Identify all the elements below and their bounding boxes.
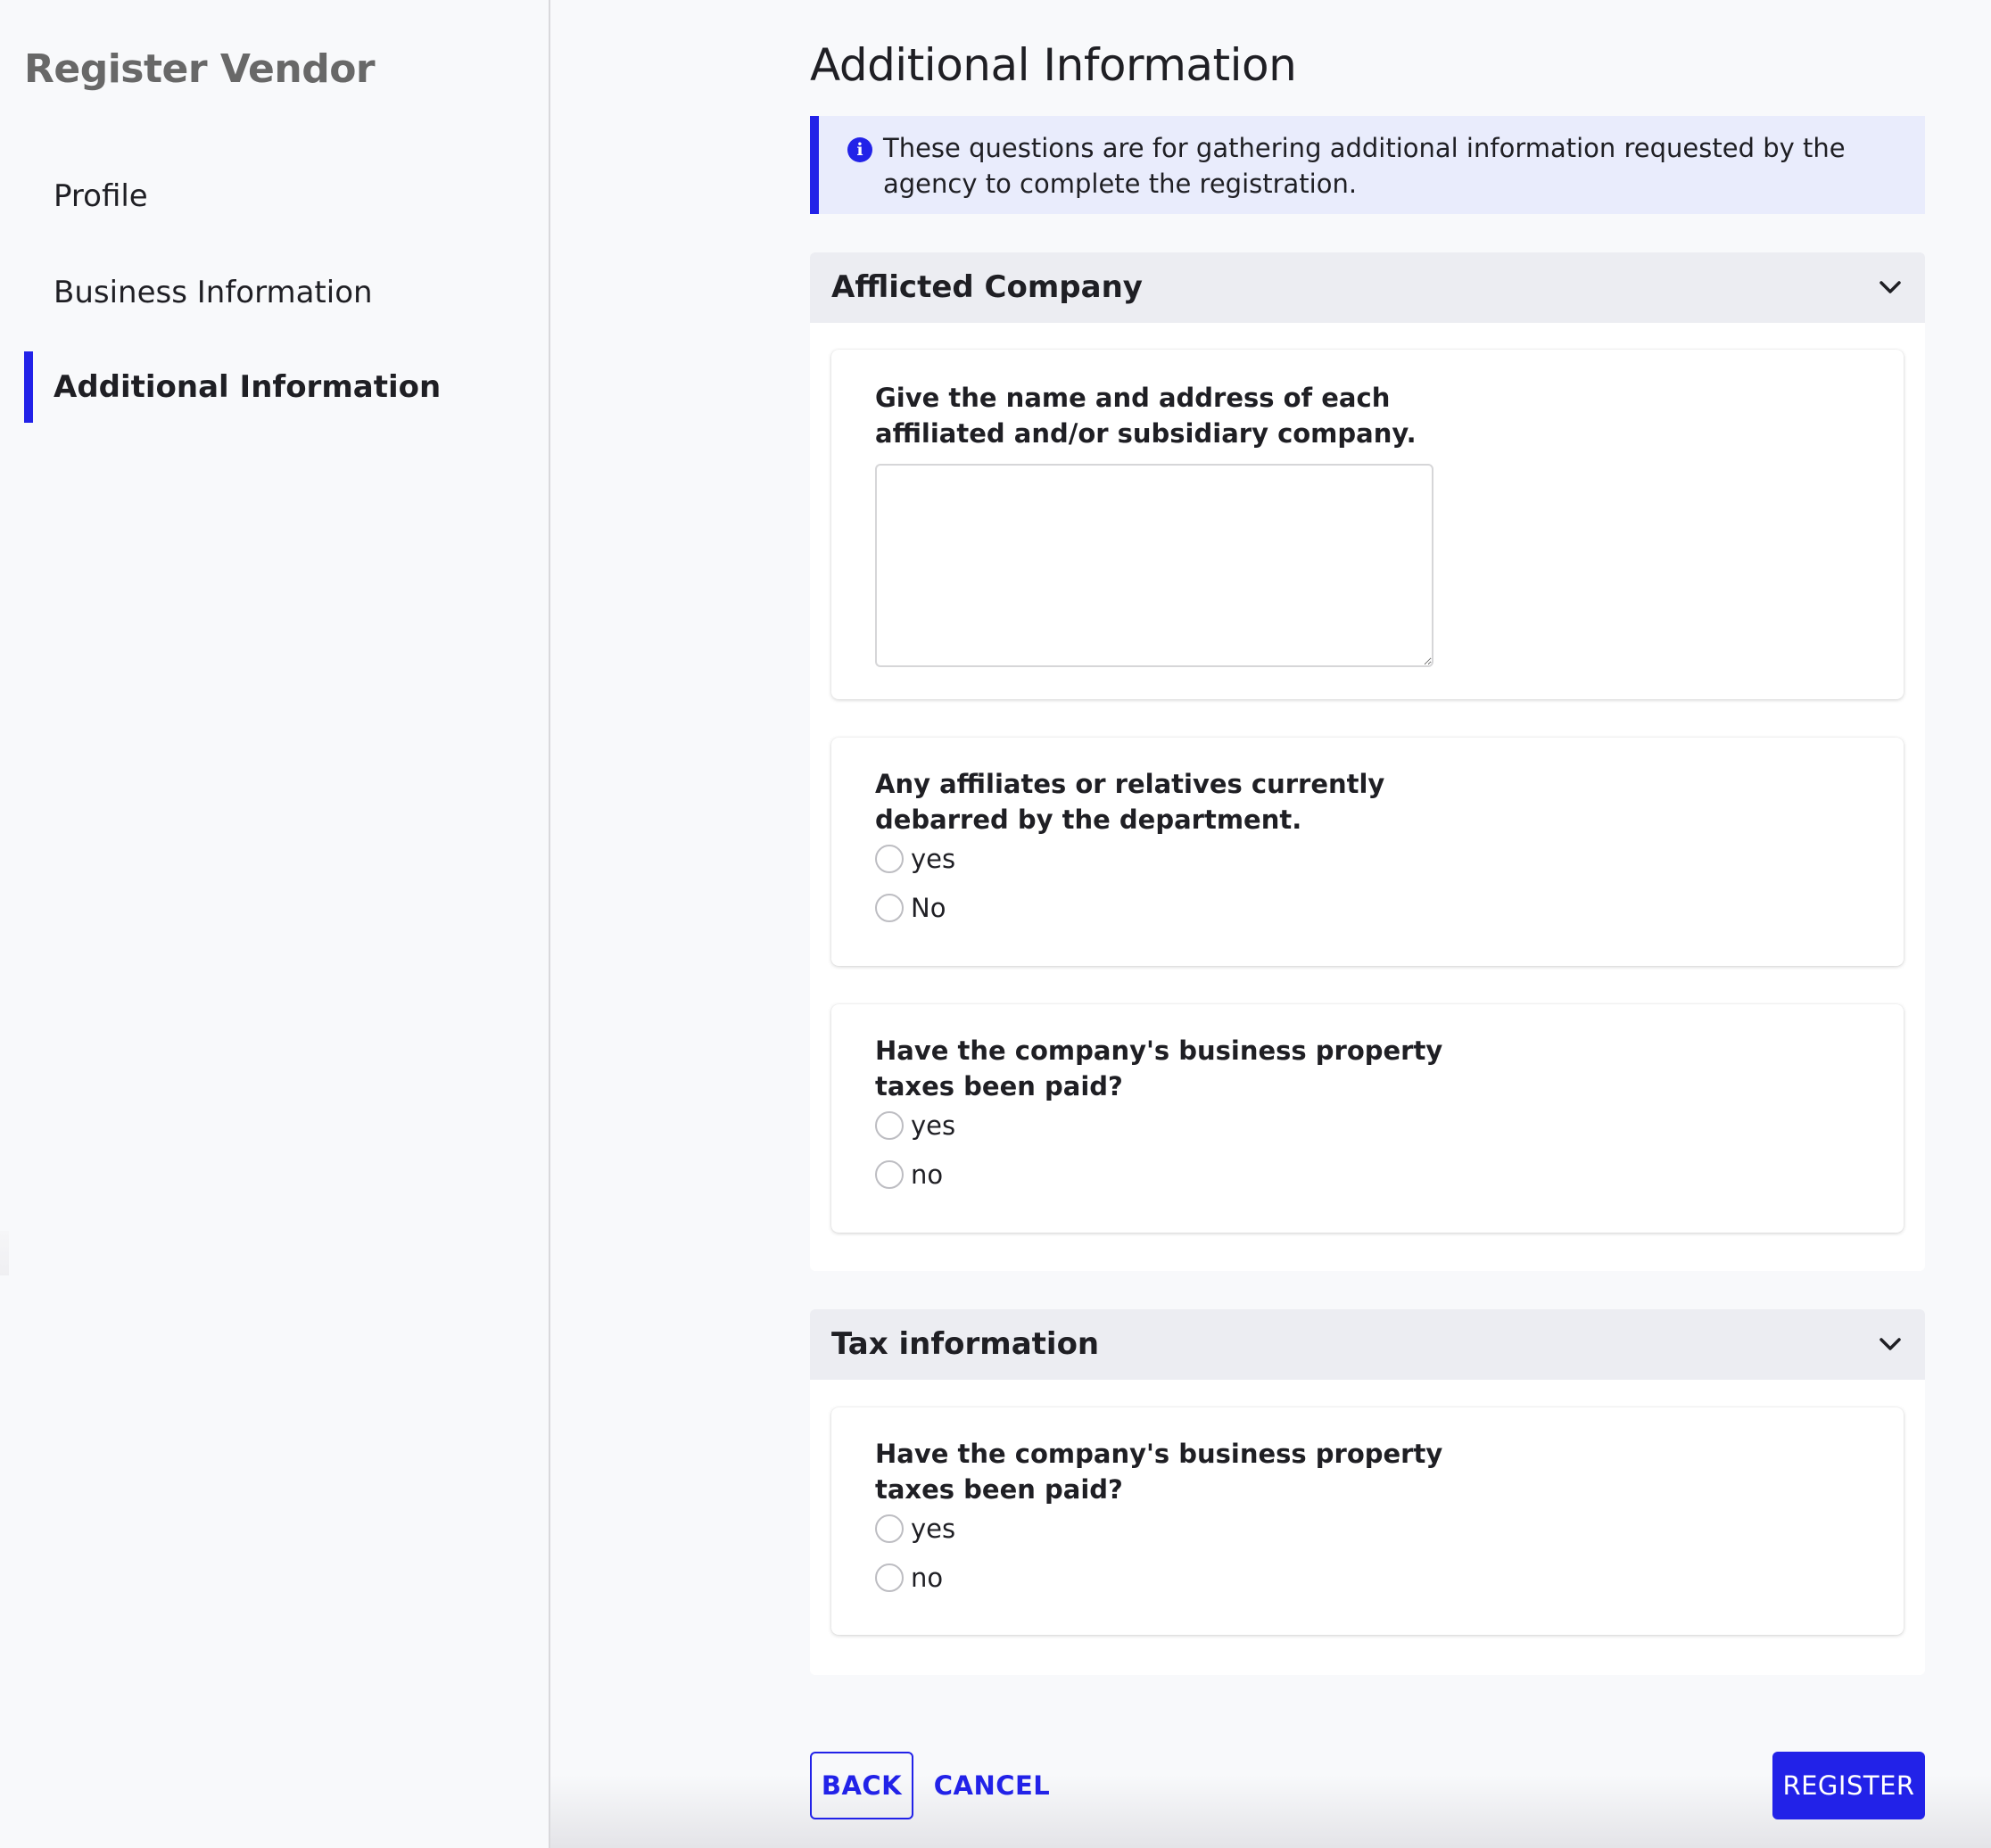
radio-label: no [911,1563,944,1593]
radio-button[interactable] [875,1111,904,1140]
radio-label: yes [911,1110,956,1141]
info-banner: i These questions are for gathering addi… [810,116,1925,214]
radio-label: No [911,893,946,923]
back-button[interactable]: BACK [810,1752,913,1819]
radio-button[interactable] [875,1514,904,1543]
affiliated-companies-textarea[interactable] [875,464,1433,667]
info-icon: i [847,137,872,162]
radio-option-yes[interactable]: yes [875,1108,955,1143]
radio-label: yes [911,844,956,874]
question-card: Have the company's business property tax… [831,1004,1904,1233]
question-label: Have the company's business property tax… [875,1035,1443,1101]
question-label: Give the name and address of each affili… [875,383,1417,449]
info-banner-text: These questions are for gathering additi… [883,133,1846,199]
accordion-title: Afflicted Company [831,269,1143,305]
radio-option-yes[interactable]: yes [875,1511,955,1547]
radio-button[interactable] [875,1160,904,1189]
accordion-panel-tax-information: Have the company's business property tax… [810,1380,1925,1675]
sidebar-title: Register Vendor [24,46,376,92]
active-indicator [24,351,33,423]
sidebar-divider [549,0,550,1848]
radio-label: yes [911,1514,956,1544]
question-card: Any affiliates or relatives currently de… [831,738,1904,966]
radio-option-no[interactable]: No [875,890,946,926]
question-label: Any affiliates or relatives currently de… [875,769,1385,835]
sidebar-item-business-information[interactable]: Business Information [54,257,373,328]
page-title: Additional Information [810,39,1297,91]
accordion-header-tax-information[interactable]: Tax information [810,1309,1925,1380]
radio-button[interactable] [875,845,904,873]
radio-option-yes[interactable]: yes [875,841,955,877]
sidebar-item-profile[interactable]: Profile [54,161,148,232]
radio-label: no [911,1159,944,1190]
chevron-down-icon[interactable] [1879,1336,1902,1352]
radio-option-no[interactable]: no [875,1560,943,1596]
chevron-down-icon[interactable] [1879,279,1902,295]
question-label: Have the company's business property tax… [875,1439,1443,1505]
register-button[interactable]: REGISTER [1772,1752,1925,1819]
sidebar-edge-shade [0,1231,9,1275]
cancel-button[interactable]: CANCEL [934,1752,1050,1819]
question-card: Have the company's business property tax… [831,1407,1904,1635]
accordion-title: Tax information [831,1326,1100,1362]
radio-button[interactable] [875,1563,904,1592]
accordion-header-afflicted-company[interactable]: Afflicted Company [810,252,1925,323]
accordion-panel-afflicted-company: Give the name and address of each affili… [810,323,1925,1271]
sidebar-item-additional-information[interactable]: Additional Information [54,351,441,423]
sidebar: Register Vendor Profile Business Informa… [0,0,549,1848]
question-card: Give the name and address of each affili… [831,350,1904,699]
radio-option-no[interactable]: no [875,1157,943,1192]
radio-button[interactable] [875,894,904,922]
